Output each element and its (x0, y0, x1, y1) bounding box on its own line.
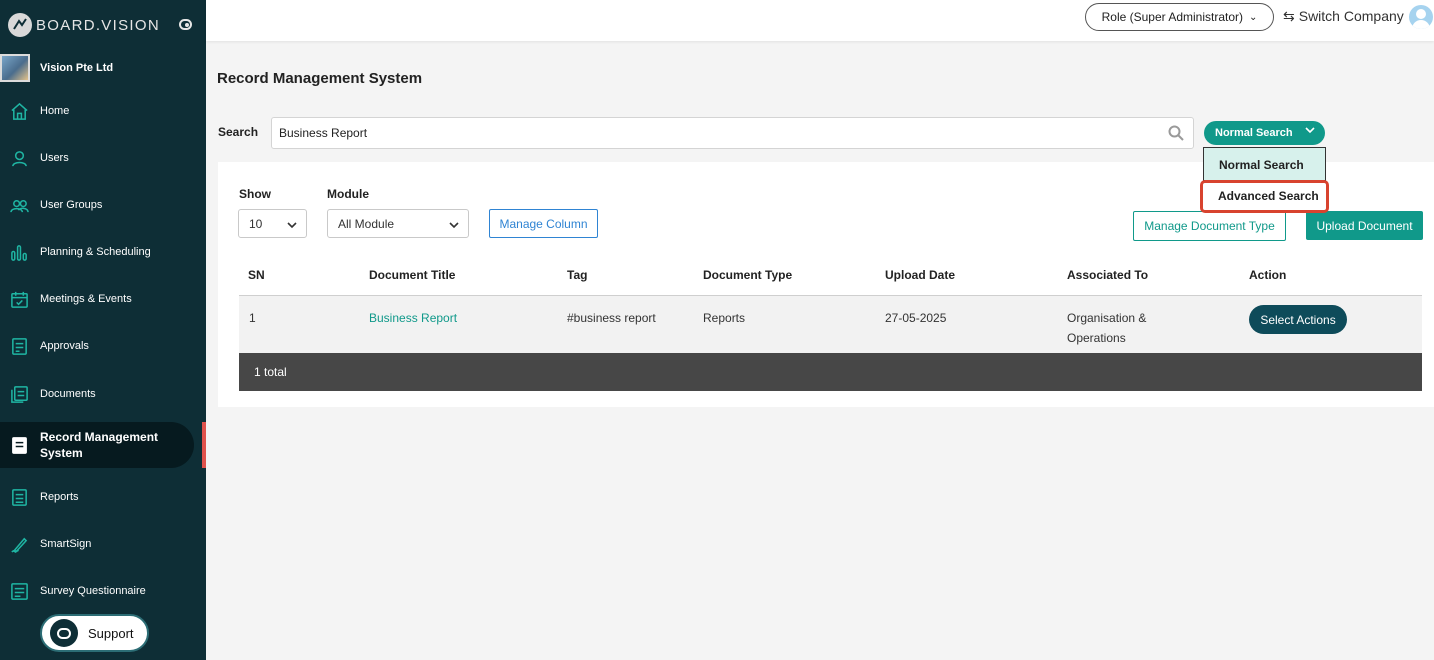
cell-upload-date: 27-05-2025 (885, 311, 947, 325)
manage-column-button[interactable]: Manage Column (489, 209, 598, 238)
column-header-tag[interactable]: Tag (567, 268, 587, 282)
menu-item-advanced-search[interactable]: Advanced Search (1200, 180, 1329, 213)
board-vision-logo-icon (8, 13, 32, 37)
user-groups-icon (9, 195, 29, 215)
column-header-associated-to[interactable]: Associated To (1067, 268, 1148, 282)
top-bar: Role (Super Administrator) ⌄ ⇆ Switch Co… (206, 0, 1434, 41)
sidebar: BOARD.VISION Vision Pte Ltd Home Users U… (0, 0, 206, 660)
sidebar-item-label: Home (40, 105, 70, 117)
search-label: Search (218, 125, 259, 139)
sidebar-item-documents[interactable]: Documents (0, 376, 206, 412)
menu-item-normal-search[interactable]: Normal Search (1203, 147, 1326, 181)
swap-icon: ⇆ (1283, 7, 1295, 24)
active-marker (202, 422, 206, 468)
column-header-action: Action (1249, 268, 1287, 282)
select-actions-button[interactable]: Select Actions (1249, 305, 1347, 334)
sidebar-item-label: Meetings & Events (40, 293, 132, 305)
cell-sn: 1 (249, 311, 256, 325)
sidebar-item-label: Reports (40, 491, 79, 503)
company-avatar (0, 54, 30, 82)
brand-name: BOARD.VISION (36, 16, 160, 34)
sidebar-item-meetings[interactable]: Meetings & Events (0, 281, 206, 317)
search-mode-dropdown[interactable]: Normal Search (1204, 121, 1325, 145)
switch-company-label: Switch Company (1298, 8, 1404, 24)
calendar-icon (9, 289, 29, 309)
company-selector[interactable]: Vision Pte Ltd (0, 54, 206, 82)
sidebar-item-smartsign[interactable]: SmartSign (0, 526, 206, 562)
role-dropdown[interactable]: Role (Super Administrator) ⌄ (1085, 3, 1274, 31)
table-footer: 1 total (239, 353, 1422, 391)
sidebar-item-label: Survey Questionnaire (40, 585, 146, 597)
chat-icon (50, 619, 78, 647)
module-select[interactable]: All Module (327, 209, 469, 238)
column-header-document-type[interactable]: Document Type (703, 268, 792, 282)
pen-icon (9, 534, 29, 554)
module-label: Module (327, 187, 369, 201)
role-label: Role (Super Administrator) (1101, 10, 1243, 24)
document-title-link[interactable]: Business Report (369, 308, 457, 328)
upload-document-button[interactable]: Upload Document (1306, 211, 1423, 240)
manage-document-type-button[interactable]: Manage Document Type (1133, 211, 1286, 241)
sidebar-item-label: Approvals (40, 340, 89, 352)
approvals-icon (9, 336, 29, 356)
avatar[interactable] (1409, 5, 1433, 29)
column-header-document-title[interactable]: Document Title (369, 268, 455, 282)
sidebar-item-users[interactable]: Users (0, 140, 206, 176)
sidebar-item-survey[interactable]: Survey Questionnaire (0, 573, 206, 609)
bar-chart-icon (9, 242, 29, 262)
show-label: Show (239, 187, 271, 201)
user-icon (9, 148, 29, 168)
home-icon (9, 101, 29, 121)
sidebar-item-label: Users (40, 152, 69, 164)
sidebar-item-planning[interactable]: Planning & Scheduling (0, 234, 206, 270)
record-icon (9, 435, 29, 455)
column-header-sn[interactable]: SN (248, 268, 265, 282)
company-name: Vision Pte Ltd (40, 62, 114, 74)
column-header-upload-date[interactable]: Upload Date (885, 268, 955, 282)
brand[interactable]: BOARD.VISION (8, 12, 198, 38)
cell-document-type: Reports (703, 311, 746, 325)
toggle-icon[interactable] (179, 19, 192, 30)
sidebar-item-home[interactable]: Home (0, 93, 206, 129)
search-box (271, 117, 1194, 149)
reports-icon (9, 487, 29, 507)
sidebar-item-label: User Groups (40, 199, 103, 211)
cell-associated-to: Organisation & Operations (1067, 311, 1147, 345)
show-value: 10 (249, 216, 263, 231)
switch-company-button[interactable]: ⇆ Switch Company (1283, 7, 1404, 25)
survey-icon (9, 581, 29, 601)
search-icon[interactable] (1168, 125, 1184, 141)
module-value: All Module (338, 216, 395, 231)
chevron-down-icon (1305, 125, 1315, 135)
chevron-down-icon (287, 219, 297, 229)
show-select[interactable]: 10 (238, 209, 307, 238)
search-input[interactable] (272, 119, 1152, 147)
sidebar-item-user-groups[interactable]: User Groups (0, 187, 206, 223)
sidebar-item-approvals[interactable]: Approvals (0, 328, 206, 364)
sidebar-item-reports[interactable]: Reports (0, 479, 206, 515)
sidebar-item-label: SmartSign (40, 538, 92, 550)
documents-icon (9, 384, 29, 404)
sidebar-item-label: Record Management System (40, 430, 159, 460)
chevron-down-icon: ⌄ (1249, 11, 1258, 23)
sidebar-item-record-management[interactable]: Record Management System (0, 422, 194, 468)
support-label: Support (88, 625, 134, 641)
sidebar-item-label: Documents (40, 388, 96, 400)
page-title: Record Management System (217, 70, 423, 87)
cell-tag: #business report (567, 311, 656, 325)
sidebar-item-label: Planning & Scheduling (40, 246, 151, 258)
search-mode-label: Normal Search (1215, 127, 1293, 139)
chevron-down-icon (449, 219, 459, 229)
support-button[interactable]: Support (40, 614, 149, 652)
search-mode-menu: Normal Search Advanced Search (1200, 147, 1329, 215)
